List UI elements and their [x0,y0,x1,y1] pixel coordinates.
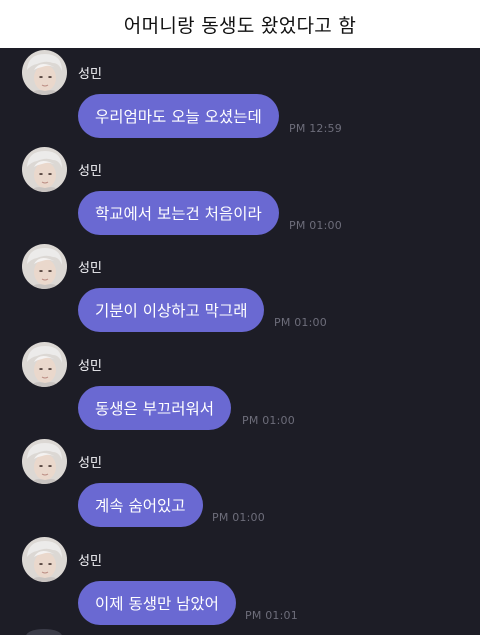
message-list[interactable]: 성민 우리엄마도 오늘 오셨는데 PM 12:59 성민 학교에서 보는건 처음… [0,48,480,635]
caption-title: 어머니랑 동생도 왔었다고 함 [123,14,357,37]
message-bubble[interactable]: 동생은 부끄러워서 [78,386,232,430]
message-bubble[interactable]: 계속 숨어있고 [78,483,203,527]
message-row: 성민 학교에서 보는건 처음이라 PM 01:00 [0,145,480,241]
message-text: 동생은 부끄러워서 [95,400,215,418]
message-text: 이제 동생만 남았어 [95,595,219,613]
message-text: 우리엄마도 오늘 오셨는데 [95,108,262,126]
message-timestamp: PM 01:00 [289,219,342,232]
message-timestamp: PM 01:00 [274,316,327,329]
avatar[interactable] [22,50,67,95]
avatar[interactable] [22,342,67,387]
message-row: 성민 우리엄마도 오늘 오셨는데 PM 12:59 [0,48,480,144]
message-timestamp: PM 12:59 [289,122,342,135]
message-bubble[interactable]: 학교에서 보는건 처음이라 [78,191,279,235]
avatar[interactable] [22,439,67,484]
sender-name: 성민 [78,456,102,471]
sender-name: 성민 [78,67,102,82]
message-timestamp: PM 01:01 [245,609,298,622]
message-row: 성민 이제 동생만 남았어 PM 01:01 [0,535,480,631]
sender-name: 성민 [78,359,102,374]
message-timestamp: PM 01:00 [212,511,265,524]
sender-name: 성민 [78,554,102,569]
message-text: 계속 숨어있고 [95,497,186,515]
message-text: 학교에서 보는건 처음이라 [95,205,262,223]
message-row: 성민 계속 숨어있고 PM 01:00 [0,437,480,533]
message-text: 기분이 이상하고 막그래 [95,302,248,320]
avatar[interactable] [22,537,67,582]
caption-header: 어머니랑 동생도 왔었다고 함 [0,0,480,48]
sender-name: 성민 [78,261,102,276]
message-timestamp: PM 01:00 [242,414,295,427]
message-bubble[interactable]: 이제 동생만 남았어 [78,581,236,625]
message-row: 성민 기분이 이상하고 막그래 PM 01:00 [0,242,480,338]
message-bubble[interactable]: 우리엄마도 오늘 오셨는데 [78,94,279,138]
message-row: 성민 동생은 부끄러워서 PM 01:00 [0,340,480,436]
avatar[interactable] [22,244,67,289]
message-bubble[interactable]: 기분이 이상하고 막그래 [78,288,265,332]
sender-name: 성민 [78,164,102,179]
avatar[interactable] [22,147,67,192]
chat-screen: 어머니랑 동생도 왔었다고 함 성민 우리엄마도 오늘 오셨는데 PM 12:5… [0,0,480,635]
